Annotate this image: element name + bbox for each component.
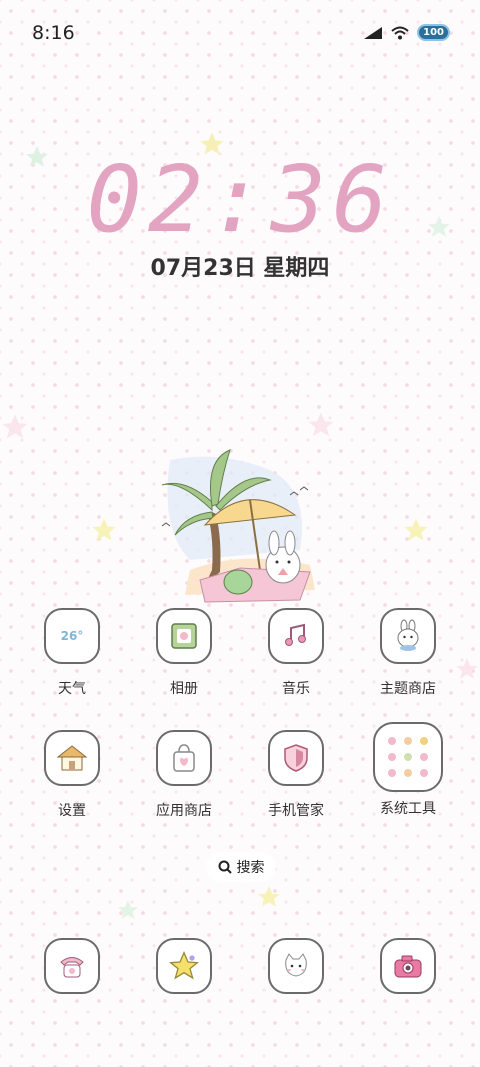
star-icon: [156, 938, 212, 994]
signal-icon: [364, 26, 383, 39]
yellow-star-decoration: [404, 518, 428, 541]
dock-messages[interactable]: [241, 938, 351, 994]
dock-camera[interactable]: [353, 938, 463, 994]
app-theme-store[interactable]: 主题商店: [353, 608, 463, 698]
app-settings[interactable]: 设置: [17, 730, 127, 820]
pink-star-decoration: [308, 412, 334, 437]
app-label: 应用商店: [156, 803, 212, 819]
cat-message-icon: [268, 938, 324, 994]
yellow-star-decoration: [258, 886, 280, 907]
house-settings-icon: [44, 730, 100, 786]
yellow-star-decoration: [92, 518, 116, 541]
app-system-tools-folder[interactable]: 系统工具: [353, 722, 463, 818]
photo-album-icon: [156, 608, 212, 664]
app-label: 相册: [170, 681, 198, 697]
app-photo-album[interactable]: 相册: [129, 608, 239, 698]
music-note-icon: [268, 608, 324, 664]
shield-icon: [268, 730, 324, 786]
app-label: 手机管家: [268, 803, 324, 819]
bunny-theme-icon: [380, 608, 436, 664]
app-label: 设置: [58, 803, 86, 819]
shopping-bag-icon: [156, 730, 212, 786]
dock-star-app[interactable]: [129, 938, 239, 994]
status-time: 8:16: [32, 22, 75, 44]
search-button[interactable]: 搜索: [206, 852, 276, 882]
wifi-icon: [391, 26, 409, 39]
phone-icon: [44, 938, 100, 994]
app-phone-manager[interactable]: 手机管家: [241, 730, 351, 820]
weather-icon: 26°: [44, 608, 100, 664]
app-label: 天气: [58, 681, 86, 697]
clock-widget-date: 07月23日 星期四: [150, 256, 330, 281]
search-icon: [218, 860, 232, 874]
app-label: 系统工具: [380, 801, 436, 817]
pink-star-decoration: [2, 414, 28, 439]
dock-phone[interactable]: [17, 938, 127, 994]
status-bar: 8:16 100: [0, 0, 480, 66]
app-label: 音乐: [282, 681, 310, 697]
camera-icon: [380, 938, 436, 994]
app-app-store[interactable]: 应用商店: [129, 730, 239, 820]
weather-temperature: 26°: [60, 629, 84, 643]
status-icons: 100: [363, 24, 450, 41]
search-label: 搜索: [236, 860, 265, 876]
battery-icon: 100: [417, 24, 450, 41]
app-music[interactable]: 音乐: [241, 608, 351, 698]
app-label: 主题商店: [380, 681, 436, 697]
green-star-decoration: [118, 900, 138, 919]
folder-grid-icon: [373, 722, 443, 792]
beach-bunny-illustration: [161, 449, 315, 603]
app-weather[interactable]: 26° 天气: [17, 608, 127, 698]
clock-widget-time[interactable]: 02:36: [0, 150, 480, 250]
